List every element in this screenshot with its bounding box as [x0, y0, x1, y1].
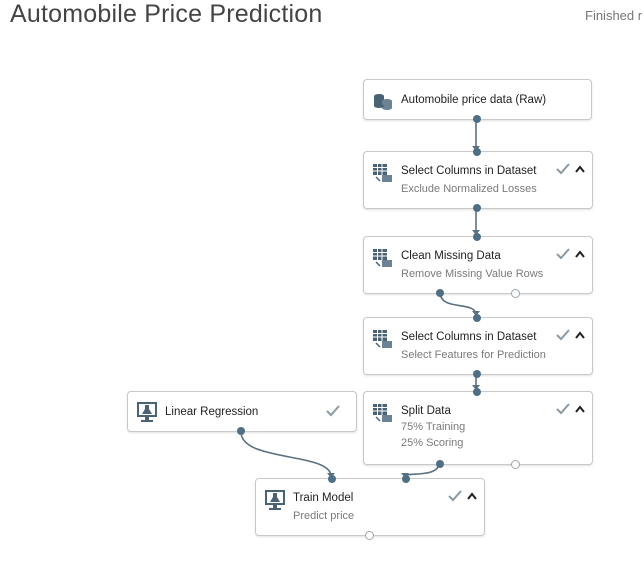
module-title: Clean Missing Data — [401, 250, 501, 262]
module-clean-missing-data[interactable]: Clean Missing Data Remove Missing Value … — [363, 233, 593, 298]
split-data-icon — [373, 404, 392, 422]
check-icon — [556, 403, 570, 415]
module-select-columns-1[interactable]: Select Columns in Dataset Exclude Normal… — [363, 148, 593, 212]
chevron-up-icon[interactable] — [467, 492, 477, 500]
input-port[interactable] — [473, 233, 481, 241]
module-split-data[interactable]: Split Data 75% Training 25% Scoring — [363, 388, 593, 469]
module-title: Train Model — [293, 492, 354, 504]
module-comment: Predict price — [293, 510, 355, 522]
module-comment-line-1: 75% Training — [401, 421, 466, 433]
module-comment: Select Features for Prediction — [401, 349, 546, 361]
experiment-canvas[interactable]: Automobile price data (Raw) Select Colum… — [0, 0, 644, 564]
check-icon — [556, 163, 570, 175]
chevron-up-icon[interactable] — [575, 250, 585, 258]
output-port[interactable] — [473, 370, 481, 378]
wire-lr-to-train — [240, 431, 332, 477]
module-comment: Exclude Normalized Losses — [401, 183, 537, 195]
input-port[interactable] — [473, 314, 481, 322]
check-icon — [556, 248, 570, 260]
output-port[interactable] — [473, 115, 481, 123]
output-port-left[interactable] — [436, 460, 444, 468]
module-title: Split Data — [401, 405, 451, 417]
output-port[interactable] — [237, 427, 245, 435]
module-train-model[interactable]: Train Model Predict price — [255, 475, 485, 540]
input-port-right[interactable] — [402, 475, 410, 483]
clean-data-icon — [373, 249, 392, 267]
wire-clean-to-select2 — [439, 291, 477, 316]
input-port[interactable] — [473, 148, 481, 156]
model-icon — [265, 490, 285, 510]
module-title: Linear Regression — [165, 406, 259, 418]
output-port-right[interactable] — [511, 289, 520, 298]
select-columns-icon — [373, 164, 392, 182]
select-columns-icon — [373, 330, 392, 348]
check-icon — [448, 490, 462, 502]
output-port[interactable] — [365, 531, 374, 540]
module-select-columns-2[interactable]: Select Columns in Dataset Select Feature… — [363, 314, 593, 378]
input-port[interactable] — [473, 388, 481, 396]
module-comment-line-2: 25% Scoring — [401, 437, 464, 449]
chevron-up-icon[interactable] — [575, 165, 585, 173]
module-automobile-price-data[interactable]: Automobile price data (Raw) — [363, 79, 592, 123]
input-port-left[interactable] — [328, 475, 336, 483]
check-icon — [326, 405, 340, 417]
chevron-up-icon[interactable] — [575, 405, 585, 413]
module-linear-regression[interactable]: Linear Regression — [127, 391, 357, 435]
chevron-up-icon[interactable] — [575, 331, 585, 339]
output-port-left[interactable] — [436, 289, 444, 297]
output-port[interactable] — [473, 204, 481, 212]
check-icon — [556, 329, 570, 341]
module-title: Select Columns in Dataset — [401, 331, 537, 343]
module-title: Select Columns in Dataset — [401, 165, 537, 177]
module-title: Automobile price data (Raw) — [401, 94, 547, 106]
model-icon — [137, 402, 157, 422]
dataset-icon — [374, 94, 392, 110]
output-port-right[interactable] — [511, 460, 520, 469]
module-comment: Remove Missing Value Rows — [401, 268, 544, 280]
